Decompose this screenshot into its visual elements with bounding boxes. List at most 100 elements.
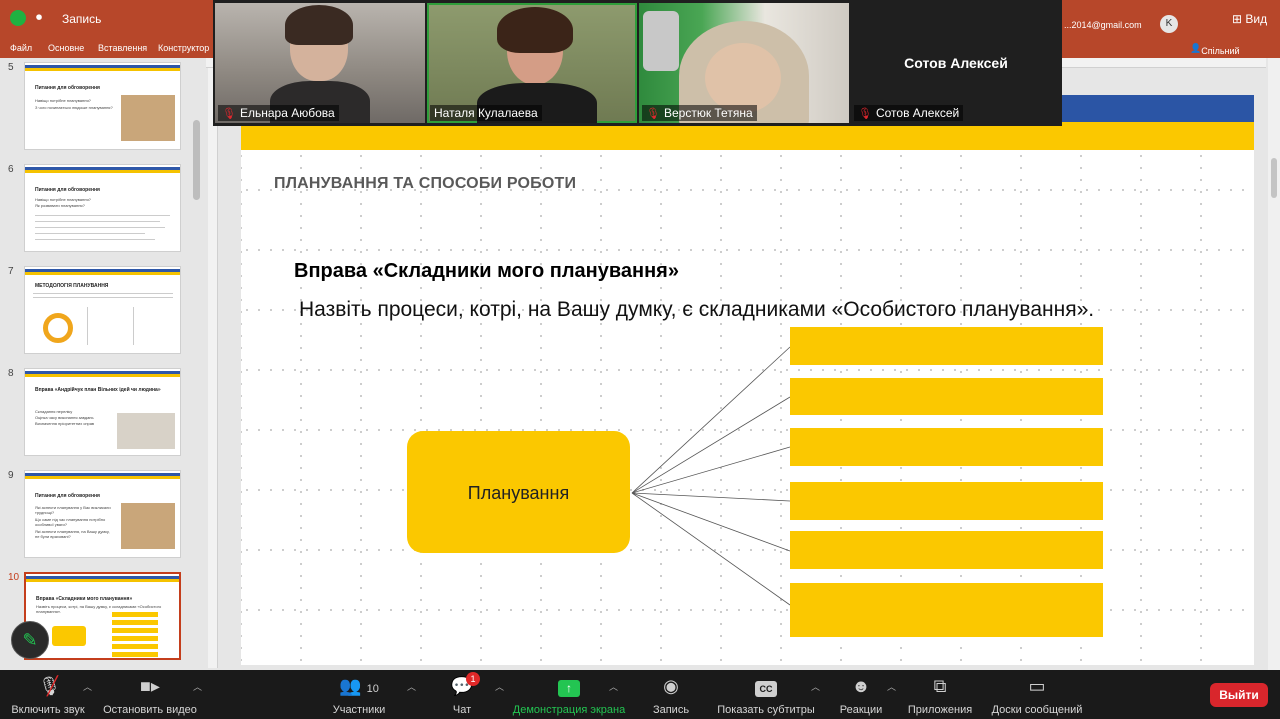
component-box-3[interactable] [790, 428, 1103, 466]
mic-off-icon: 🎙 [858, 107, 872, 120]
slide-thumbnail-9[interactable]: Питання для обговорення Які аспекти план… [24, 470, 181, 558]
slide-canvas[interactable]: ПЛАНУВАННЯ ТА СПОСОБИ РОБОТИ Вправа «Скл… [241, 95, 1254, 665]
participants-icon: 👥 10 [339, 676, 379, 696]
connector-line [631, 492, 791, 502]
apps-button[interactable]: ⧉ Приложения [902, 674, 978, 716]
video-camera-icon: ■▸ [140, 676, 160, 696]
share-button[interactable]: 👤 Спільний доступ [1190, 43, 1240, 66]
component-box-5[interactable] [790, 531, 1103, 569]
thumb-title: Питання для обговорення [35, 187, 100, 193]
recording-label: Запись [62, 12, 102, 26]
share-screen-label: Демонстрация экрана [512, 704, 626, 716]
unmute-button[interactable]: 🎙╱ Включить звук [8, 674, 88, 716]
participant-name: Ельнара Аюбова [239, 106, 335, 120]
mic-muted-icon: 🎙╱ [38, 676, 61, 696]
component-box-4[interactable] [790, 482, 1103, 520]
thumb-line: Що саме під час планування потрібно особ… [35, 517, 106, 527]
chevron-up-icon: ︿ [609, 682, 619, 692]
thumbnails-scrollbar[interactable] [193, 120, 200, 200]
connector-line [631, 492, 791, 552]
stop-video-button[interactable]: ■▸ Остановить видео [100, 674, 200, 716]
thumb-line: Оцінка часу виконання завдань [35, 415, 94, 420]
annotate-pen-icon[interactable]: ✎ [11, 621, 49, 659]
leave-button[interactable]: Выйти [1210, 683, 1268, 707]
menu-design[interactable]: Конструктор [158, 43, 209, 53]
captions-button[interactable]: CC Показать субтитры [714, 674, 818, 716]
thumb-number: 6 [8, 164, 14, 175]
chevron-up-icon: ︿ [193, 682, 203, 692]
view-button[interactable]: ⊞ Вид [1232, 12, 1267, 26]
thumb-title: Питання для обговорення [35, 493, 100, 499]
thumb-image [121, 503, 175, 549]
menu-home[interactable]: Основне [48, 43, 84, 53]
video-tile-4[interactable]: Сотов Алексей 🎙 Сотов Алексей [851, 3, 1061, 123]
menu-insert[interactable]: Вставлення [98, 43, 147, 53]
thumb-line: З чого починається людське планування? [35, 105, 113, 110]
thumb-title: МЕТОДОЛОГІЯ ПЛАНУВАННЯ [35, 283, 109, 289]
connector-line [631, 396, 791, 494]
smiley-plus-icon: ☻ [851, 676, 871, 696]
component-box-6[interactable] [790, 583, 1103, 637]
participants-button[interactable]: 👥 10 Участники [324, 674, 394, 716]
video-tile-2[interactable]: Наталя Кулалаева [427, 3, 637, 123]
slide-thumbnail-5[interactable]: Питання для обговорення Навіщо потрібне … [24, 62, 181, 150]
connector-line [631, 492, 791, 606]
record-label: Запись [652, 704, 690, 716]
thumb-title: Вправа «Андрійчук план Вільних ідей чи л… [35, 387, 161, 393]
participant-name-tag: 🎙 Сотов Алексей [854, 105, 964, 121]
whiteboards-button[interactable]: ▭ Доски сообщений [986, 674, 1088, 716]
security-shield-icon [10, 10, 26, 26]
chevron-up-icon: ︿ [887, 682, 897, 692]
chevron-up-icon: ︿ [811, 682, 821, 692]
component-box-2[interactable] [790, 378, 1103, 415]
participant-name: Наталя Кулалаева [434, 106, 538, 120]
record-icon: ◉ [663, 676, 679, 696]
slide-thumbnail-7[interactable]: МЕТОДОЛОГІЯ ПЛАНУВАННЯ [24, 266, 181, 354]
vertical-ruler [208, 68, 218, 668]
reactions-button[interactable]: ☻ Реакции [836, 674, 886, 716]
recording-dot-icon: ⏺ [36, 10, 43, 24]
meeting-toolbar: 🎙╱ Включить звук ︿ ■▸ Остановить видео ︿… [0, 670, 1280, 719]
participant-name-tag: Наталя Кулалаева [430, 105, 542, 121]
connector-line [631, 346, 791, 494]
apps-label: Приложения [907, 704, 973, 716]
menu-file[interactable]: Файл [10, 43, 32, 53]
unmute-label: Включить звук [11, 704, 85, 716]
mic-off-icon: 🎙 [222, 107, 236, 120]
whiteboards-label: Доски сообщений [991, 704, 1083, 716]
thumb-line: Навіщо потрібне планування? [35, 98, 91, 103]
thumb-line: Які аспекти планування, на Вашу думку, н… [35, 529, 110, 539]
thumb-number: 10 [8, 572, 20, 583]
thumb-line: Як розвивати планування? [35, 203, 85, 208]
thumb-number: 5 [8, 62, 14, 73]
planning-center-box[interactable]: Планування [407, 431, 630, 553]
participant-name: Верстюк Тетяна [663, 106, 753, 120]
captions-label: Показать субтитры [717, 704, 815, 716]
chevron-up-icon: ︿ [495, 682, 505, 692]
video-strip: 🎙 Ельнара Аюбова Наталя Кулалаева 🎙 Верстю… [213, 0, 1062, 126]
thumb-line: Складання переліку [35, 409, 73, 414]
chat-unread-badge: 1 [466, 672, 480, 686]
chat-label: Чат [452, 704, 472, 716]
record-button[interactable]: ◉ Запись [646, 674, 696, 716]
participant-name-tag: 🎙 Ельнара Аюбова [218, 105, 339, 121]
thumb-number: 8 [8, 368, 14, 379]
slide-thumbnail-8[interactable]: Вправа «Андрійчук план Вільних ідей чи л… [24, 368, 181, 456]
video-tile-1[interactable]: 🎙 Ельнара Аюбова [215, 3, 425, 123]
planning-label: Планування [467, 483, 570, 503]
slide-scrollbar[interactable] [1268, 58, 1280, 670]
thumb-number: 9 [8, 470, 14, 481]
component-box-1[interactable] [790, 327, 1103, 365]
mic-off-icon: 🎙 [646, 107, 660, 120]
participants-count: 10 [366, 683, 379, 695]
participants-label: Участники [332, 704, 386, 716]
slide-thumbnail-6[interactable]: Питання для обговорення Навіщо потрібне … [24, 164, 181, 252]
chevron-up-icon: ︿ [407, 682, 417, 692]
chevron-up-icon: ︿ [83, 682, 93, 692]
thumb-title: Питання для обговорення [35, 85, 100, 91]
thumb-line: Визначення пріоритетних справ [35, 421, 95, 426]
account-email: ...2014@gmail.com [1064, 20, 1142, 30]
account-avatar-icon[interactable]: K [1160, 15, 1178, 33]
thumb-line: Які аспекти планування у Вас викликали т… [35, 505, 111, 515]
video-tile-3[interactable]: 🎙 Верстюк Тетяна [639, 3, 849, 123]
